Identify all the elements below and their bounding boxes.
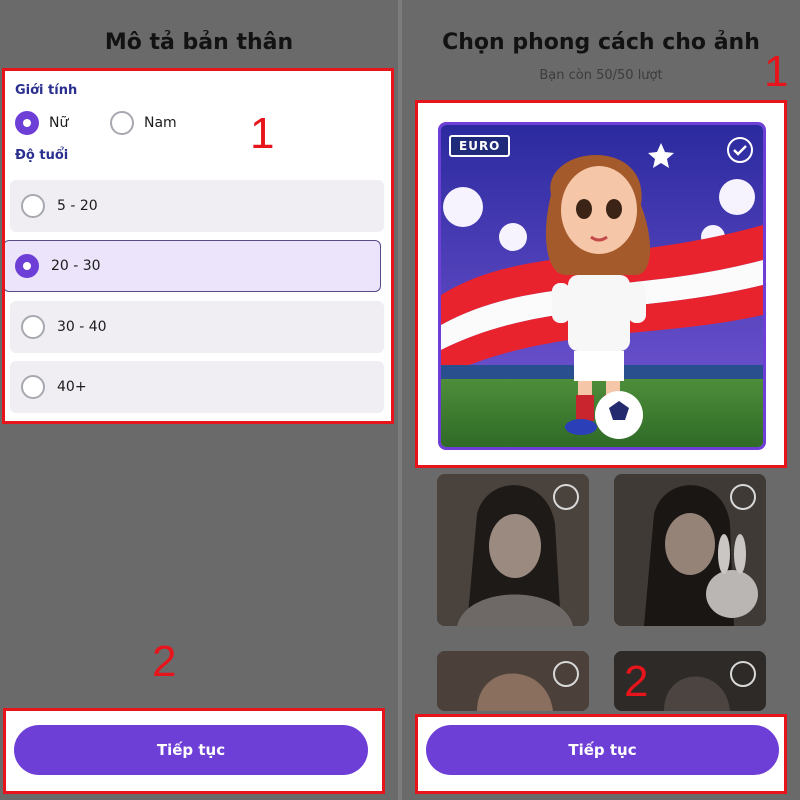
annotation-box-style xyxy=(415,100,787,468)
annotation-box-continue-right xyxy=(415,714,787,794)
radio-unchecked-icon xyxy=(730,661,756,687)
radio-unchecked-icon xyxy=(553,661,579,687)
annotation-step-2-right: 2 xyxy=(624,657,649,706)
annotation-box-form xyxy=(2,68,394,424)
annotation-box-continue-left xyxy=(3,708,385,794)
style-card-portrait-1[interactable] xyxy=(437,474,589,626)
page-title: Mô tả bản thân xyxy=(104,30,294,55)
style-card-portrait-rabbit[interactable] xyxy=(614,474,766,626)
comparison-stage: Mô tả bản thân Giới tính Nữ Nam Độ tuổi … xyxy=(0,0,800,800)
radio-unchecked-icon xyxy=(730,484,756,510)
annotation-step-1-right: 1 xyxy=(764,47,789,96)
radio-unchecked-icon xyxy=(553,484,579,510)
page-title: Chọn phong cách cho ảnh xyxy=(442,30,760,55)
annotation-step-2-left: 2 xyxy=(152,637,177,686)
style-card-portrait-3[interactable] xyxy=(437,651,589,711)
remaining-turns: Bạn còn 50/50 lượt xyxy=(539,68,663,83)
annotation-step-1-left: 1 xyxy=(250,109,275,158)
